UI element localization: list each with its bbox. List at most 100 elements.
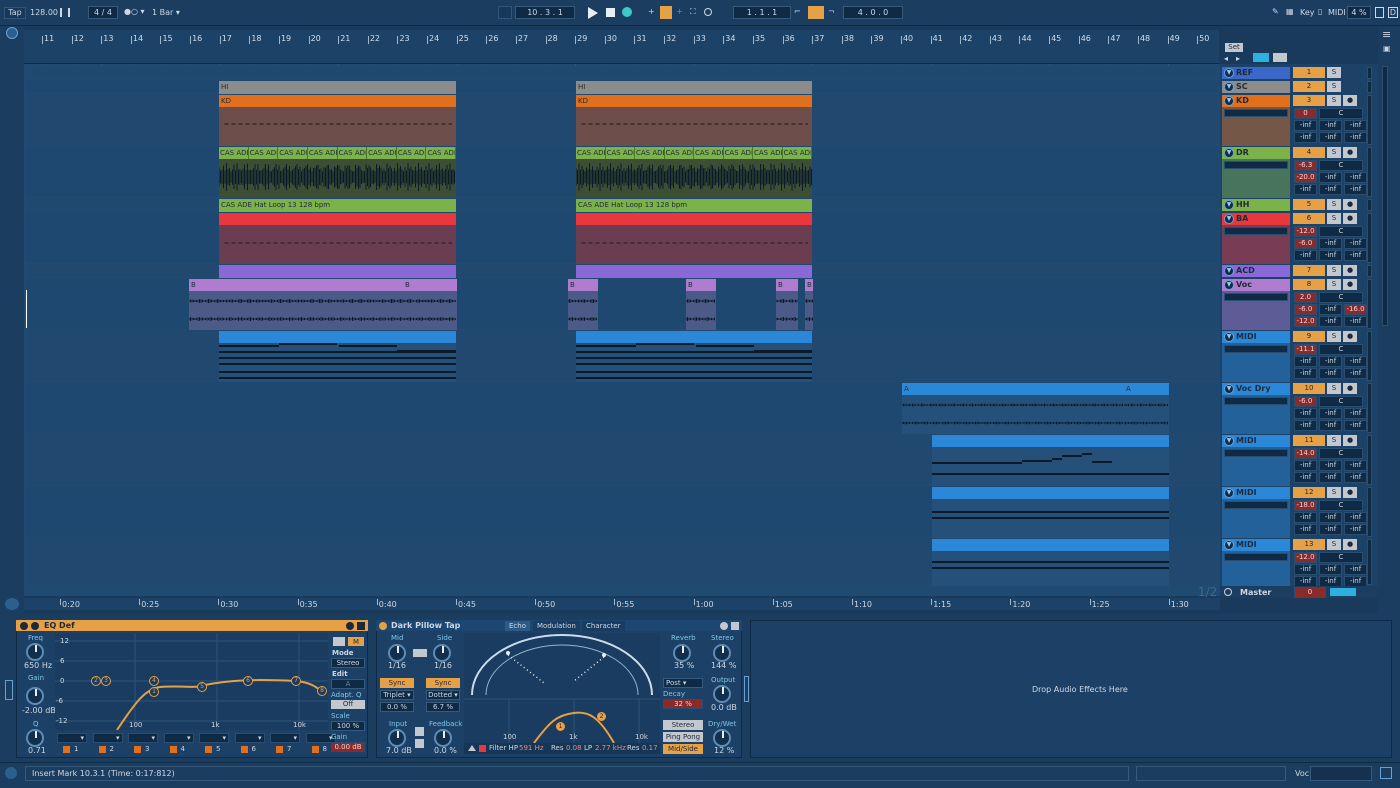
automation-arm-icon[interactable] xyxy=(660,6,672,19)
send-field[interactable]: -inf xyxy=(1319,408,1342,419)
punch-in-icon[interactable]: ⌐ xyxy=(794,7,801,16)
volume-field[interactable]: -6.0 xyxy=(1294,396,1317,407)
clip-kd[interactable]: KD xyxy=(219,95,456,146)
eq-filter-type-select[interactable]: ▾ xyxy=(92,733,123,743)
clip-voc[interactable]: B xyxy=(403,279,457,330)
overdub-icon[interactable]: + xyxy=(648,7,655,16)
clip-voc-dry[interactable]: A xyxy=(902,383,1124,434)
track-number[interactable]: 7 xyxy=(1293,265,1325,276)
scrollbar[interactable] xyxy=(1382,66,1388,326)
eq-band-toggle[interactable] xyxy=(240,746,248,753)
eq-scale-value[interactable]: 100 % xyxy=(331,721,365,731)
send-field[interactable]: -inf xyxy=(1344,524,1367,535)
follow-icon[interactable]: ●○ ▾ xyxy=(124,7,145,16)
solo-button[interactable]: S xyxy=(1327,213,1341,224)
clip-acd[interactable] xyxy=(219,265,456,278)
send-field[interactable]: -inf xyxy=(1319,524,1342,535)
status-menu-icon[interactable] xyxy=(1380,767,1392,779)
master-play-icon[interactable] xyxy=(1224,588,1232,596)
echo-tab-echo[interactable]: Echo xyxy=(505,621,530,631)
eq-band-toggle[interactable] xyxy=(98,746,106,753)
send-field[interactable]: -inf xyxy=(1319,172,1342,183)
arrangement-record-icon[interactable] xyxy=(498,6,512,19)
echo-tab-character[interactable]: Character xyxy=(582,621,625,631)
track-fold-icon[interactable]: ▼ xyxy=(1224,436,1234,446)
tempo-field[interactable]: 128.00 xyxy=(30,8,58,17)
echo-mid-knob[interactable] xyxy=(388,644,406,662)
track-name-hh[interactable]: ▼ HH xyxy=(1222,199,1290,211)
clip-hi[interactable]: HI xyxy=(219,81,456,94)
eq-band-toggle[interactable] xyxy=(63,746,70,753)
echo-hp-value[interactable]: 591 Hz xyxy=(519,744,544,752)
clip-voc[interactable]: B xyxy=(686,279,716,330)
send-field[interactable]: -inf xyxy=(1294,120,1317,131)
browser-toggle-icon[interactable] xyxy=(6,27,18,39)
send-field[interactable]: -inf xyxy=(1344,172,1367,183)
pan-field[interactable]: C xyxy=(1319,500,1363,511)
eq-adapt-toggle[interactable]: Off xyxy=(331,700,365,709)
echo-decay-value[interactable]: 32 % xyxy=(663,699,703,709)
track-number[interactable]: 6 xyxy=(1293,213,1325,224)
solo-button[interactable]: S xyxy=(1327,95,1341,106)
send-field[interactable]: -inf xyxy=(1294,368,1317,379)
eq-band-point[interactable]: 3 xyxy=(101,676,111,686)
solo-button[interactable]: S xyxy=(1327,67,1341,78)
track-number[interactable]: 10 xyxy=(1293,383,1325,394)
eq-band-point[interactable]: 8 xyxy=(317,686,327,696)
pan-field[interactable]: C xyxy=(1319,160,1363,171)
track-fold-icon[interactable]: ▼ xyxy=(1224,540,1234,550)
track-number[interactable]: 5 xyxy=(1293,199,1325,210)
echo-filter-toggle-icon[interactable] xyxy=(479,745,486,752)
time-signature[interactable]: 4 / 4 xyxy=(88,6,118,19)
send-field[interactable]: -inf xyxy=(1344,460,1367,471)
track-lane[interactable] xyxy=(26,66,1219,80)
send-field[interactable]: -inf xyxy=(1344,356,1367,367)
eq-filter-type-select[interactable]: ▾ xyxy=(163,733,194,743)
arm-icon[interactable]: ● xyxy=(1343,383,1357,394)
echo-filter-collapse-icon[interactable] xyxy=(468,745,476,751)
draw-mode-icon[interactable]: + xyxy=(676,7,683,16)
arm-icon[interactable]: ● xyxy=(1343,265,1357,276)
track-fold-icon[interactable]: ▼ xyxy=(1224,266,1234,276)
send-field[interactable]: -inf xyxy=(1344,316,1367,327)
eq-power-icon[interactable] xyxy=(20,622,28,630)
track-input-slot[interactable] xyxy=(1224,227,1288,235)
echo-res1-value[interactable]: 0.08 xyxy=(566,744,582,752)
track-input-slot[interactable] xyxy=(1224,109,1288,117)
echo-lp-value[interactable]: 2.77 kHz xyxy=(595,744,626,752)
send-field[interactable]: -inf xyxy=(1344,420,1367,431)
echo-filter-point-1[interactable]: 1 xyxy=(556,722,565,731)
solo-button[interactable]: S xyxy=(1327,331,1341,342)
send-field[interactable]: -inf xyxy=(1294,250,1317,261)
track-name-voc[interactable]: ▼ Voc xyxy=(1222,279,1290,291)
send-field[interactable]: -inf xyxy=(1294,356,1317,367)
send-field[interactable]: -inf xyxy=(1319,512,1342,523)
pan-field[interactable]: C xyxy=(1319,292,1363,303)
arm-icon[interactable]: ● xyxy=(1343,213,1357,224)
solo-button[interactable]: S xyxy=(1327,279,1341,290)
send-field[interactable]: -6.0 xyxy=(1294,238,1317,249)
loop-switch-icon[interactable] xyxy=(808,6,824,19)
solo-button[interactable]: S xyxy=(1327,487,1341,498)
solo-button[interactable]: S xyxy=(1327,199,1341,210)
status-toggle-icon[interactable] xyxy=(5,767,17,779)
eq-freq-knob[interactable] xyxy=(26,643,44,661)
send-field[interactable]: -inf xyxy=(1319,120,1342,131)
track-name-ref[interactable]: ▼ REF xyxy=(1222,67,1290,79)
song-position[interactable]: 10 . 3 . 1 xyxy=(515,6,575,19)
track-input-slot[interactable] xyxy=(1224,345,1288,353)
volume-field[interactable]: -6.3 xyxy=(1294,160,1317,171)
eq-filter-type-select[interactable]: ▾ xyxy=(199,733,229,743)
send-field[interactable]: -inf xyxy=(1319,132,1342,143)
echo-mode-right[interactable]: Dotted ▾ xyxy=(426,690,460,700)
lock-icon[interactable] xyxy=(1273,53,1287,62)
send-field[interactable]: -inf xyxy=(1344,238,1367,249)
pan-field[interactable]: C xyxy=(1319,448,1363,459)
send-field[interactable]: -6.0 xyxy=(1294,304,1317,315)
echo-stereo-mode[interactable]: Stereo xyxy=(663,720,703,730)
track-name-midi[interactable]: ▼ MIDI xyxy=(1222,487,1290,499)
io-toggle-icon[interactable]: ▣ xyxy=(1383,44,1391,53)
eq-band-point[interactable]: 1 xyxy=(149,687,159,697)
send-field[interactable]: -inf xyxy=(1294,564,1317,575)
overview-icon[interactable] xyxy=(5,598,19,610)
